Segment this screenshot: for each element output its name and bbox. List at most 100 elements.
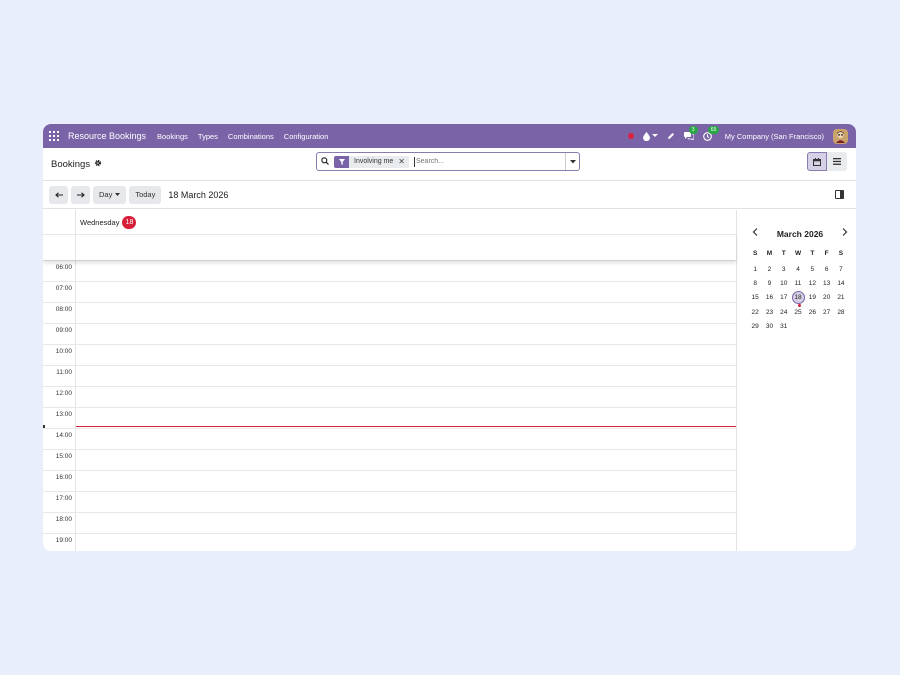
control-panel: Bookings Involving me ✕ bbox=[43, 148, 856, 181]
mini-calendar-day[interactable]: 16 bbox=[762, 292, 776, 303]
activities-clock-icon[interactable]: 65 bbox=[702, 125, 720, 141]
hour-label: 14:00 bbox=[43, 429, 76, 449]
menu-combinations[interactable]: Combinations bbox=[228, 132, 274, 141]
user-avatar[interactable] bbox=[833, 128, 848, 144]
hour-label: 18:00 bbox=[43, 513, 76, 533]
menu-bookings[interactable]: Bookings bbox=[157, 132, 188, 141]
mini-calendar-day[interactable]: 14 bbox=[834, 278, 848, 289]
pencil-icon[interactable] bbox=[667, 132, 675, 140]
mini-calendar-day[interactable]: 2 bbox=[762, 264, 776, 275]
facet-remove-icon[interactable]: ✕ bbox=[398, 157, 409, 166]
mini-next-icon[interactable] bbox=[842, 228, 848, 239]
gear-icon[interactable] bbox=[94, 159, 102, 170]
hour-row[interactable]: 17:00 bbox=[43, 491, 736, 512]
mini-calendar-day[interactable]: 24 bbox=[777, 307, 791, 318]
search-input[interactable] bbox=[414, 156, 560, 167]
time-grid[interactable]: 06:00 07:00 08:00 09:00 10:00 11:00 12:00 13:00… bbox=[43, 260, 736, 551]
mini-calendar-grid: S M T W T F S 1 2 3 4 5 6 7 8 9 10 11 12 13 14 15 16 17 18 19 20 21… bbox=[748, 250, 850, 332]
hour-label: 09:00 bbox=[43, 324, 76, 344]
mini-calendar-day[interactable]: 19 bbox=[805, 292, 819, 303]
mini-calendar-empty bbox=[805, 321, 819, 332]
hour-row[interactable]: 16:00 bbox=[43, 470, 736, 491]
current-time-line bbox=[76, 426, 736, 427]
list-view-button[interactable] bbox=[827, 152, 847, 171]
hour-row[interactable]: 06:00 bbox=[43, 260, 736, 281]
all-day-row[interactable] bbox=[43, 235, 736, 260]
mini-calendar-day[interactable]: 3 bbox=[777, 264, 791, 275]
mini-calendar-day[interactable]: 28 bbox=[834, 307, 848, 318]
hour-row[interactable]: 14:00 bbox=[43, 428, 736, 449]
hour-row[interactable]: 13:00 bbox=[43, 407, 736, 428]
search-options-toggle[interactable] bbox=[565, 153, 579, 170]
company-switcher[interactable]: My Company (San Francisco) bbox=[725, 132, 824, 141]
mini-calendar-day[interactable]: 17 bbox=[777, 292, 791, 303]
hour-row[interactable]: 18:00 bbox=[43, 512, 736, 533]
mini-calendar-day[interactable]: 5 bbox=[805, 264, 819, 275]
mini-calendar-day[interactable]: 29 bbox=[748, 321, 762, 332]
search-facet: Involving me ✕ bbox=[334, 155, 409, 168]
navbar-systray: 3 65 My Company (San Francisco) bbox=[627, 125, 848, 144]
mini-calendar-day[interactable]: 15 bbox=[748, 292, 762, 303]
apps-menu-icon[interactable] bbox=[49, 131, 59, 141]
hour-label: 16:00 bbox=[43, 471, 76, 491]
today-button[interactable]: Today bbox=[129, 185, 162, 204]
search-icon[interactable] bbox=[321, 156, 329, 167]
day-label: Wednesday 18 bbox=[80, 215, 137, 229]
record-icon[interactable] bbox=[627, 133, 634, 139]
mini-calendar-day[interactable]: 13 bbox=[819, 278, 833, 289]
mini-calendar-day[interactable]: 31 bbox=[777, 321, 791, 332]
messages-icon[interactable]: 3 bbox=[683, 126, 698, 140]
hour-row[interactable]: 07:00 bbox=[43, 281, 736, 302]
mini-calendar-day[interactable]: 27 bbox=[819, 307, 833, 318]
mini-calendar-day[interactable]: 10 bbox=[777, 278, 791, 289]
weekday-label: M bbox=[766, 250, 773, 257]
mini-calendar-empty bbox=[834, 321, 848, 332]
calendar-toolbar: Day Today 18 March 2026 bbox=[43, 181, 856, 209]
hour-row[interactable]: 09:00 bbox=[43, 323, 736, 344]
mini-calendar-day[interactable]: 20 bbox=[819, 292, 833, 303]
mini-calendar-day[interactable]: 8 bbox=[748, 278, 762, 289]
weekday-label: T bbox=[810, 250, 815, 257]
mini-calendar-day[interactable]: 1 bbox=[748, 264, 762, 275]
mini-calendar-day[interactable]: 25 bbox=[791, 307, 805, 318]
calendar-view-button[interactable] bbox=[807, 152, 827, 171]
mini-calendar-day[interactable]: 9 bbox=[762, 278, 776, 289]
hour-row[interactable]: 15:00 bbox=[43, 449, 736, 470]
hour-row[interactable]: 12:00 bbox=[43, 386, 736, 407]
mini-calendar-day[interactable]: 12 bbox=[805, 278, 819, 289]
weekday-label: W bbox=[794, 250, 802, 257]
mini-calendar-day[interactable]: 11 bbox=[791, 278, 805, 289]
view-switcher bbox=[807, 152, 847, 171]
previous-button[interactable] bbox=[49, 185, 68, 204]
app-title[interactable]: Resource Bookings bbox=[68, 131, 146, 141]
weekday-label: T bbox=[781, 250, 786, 257]
mini-calendar-day[interactable]: 30 bbox=[762, 321, 776, 332]
mini-calendar-day[interactable]: 26 bbox=[805, 307, 819, 318]
filter-icon bbox=[334, 155, 349, 168]
hour-row[interactable]: 19:00 bbox=[43, 533, 736, 551]
mini-prev-icon[interactable] bbox=[752, 228, 758, 239]
page-title: Bookings bbox=[51, 158, 91, 170]
hour-row[interactable]: 08:00 bbox=[43, 302, 736, 323]
menu-configuration[interactable]: Configuration bbox=[284, 132, 329, 141]
mini-calendar-day[interactable]: 21 bbox=[834, 292, 848, 303]
hour-row[interactable]: 10:00 bbox=[43, 344, 736, 365]
mini-calendar-day[interactable]: 4 bbox=[791, 264, 805, 275]
mini-calendar: March 2026 S M T W T F S 1 2 3 4 5 6 7 8 9 10 11 12 13 14 15 1… bbox=[737, 210, 856, 332]
drop-icon[interactable] bbox=[642, 131, 658, 141]
next-button[interactable] bbox=[71, 185, 90, 204]
mini-calendar-day[interactable]: 7 bbox=[834, 264, 848, 275]
mini-calendar-day[interactable]: 23 bbox=[762, 307, 776, 318]
caret-down-icon bbox=[569, 159, 576, 163]
scale-dropdown[interactable]: Day bbox=[93, 185, 127, 204]
mini-calendar-day[interactable]: 22 bbox=[748, 307, 762, 318]
mini-calendar-day[interactable]: 6 bbox=[819, 264, 833, 275]
mini-calendar-header: March 2026 bbox=[748, 228, 850, 239]
side-panel-toggle-icon[interactable] bbox=[835, 190, 844, 199]
mini-calendar-day[interactable]: 18 bbox=[791, 291, 805, 307]
hour-label: 12:00 bbox=[43, 387, 76, 407]
hour-row[interactable]: 11:00 bbox=[43, 365, 736, 386]
calendar-body: Wednesday 18 06:00 07:00 08:00 09:00 10:00 11… bbox=[43, 210, 856, 551]
mini-calendar-title: March 2026 bbox=[776, 228, 824, 239]
menu-types[interactable]: Types bbox=[198, 132, 218, 141]
